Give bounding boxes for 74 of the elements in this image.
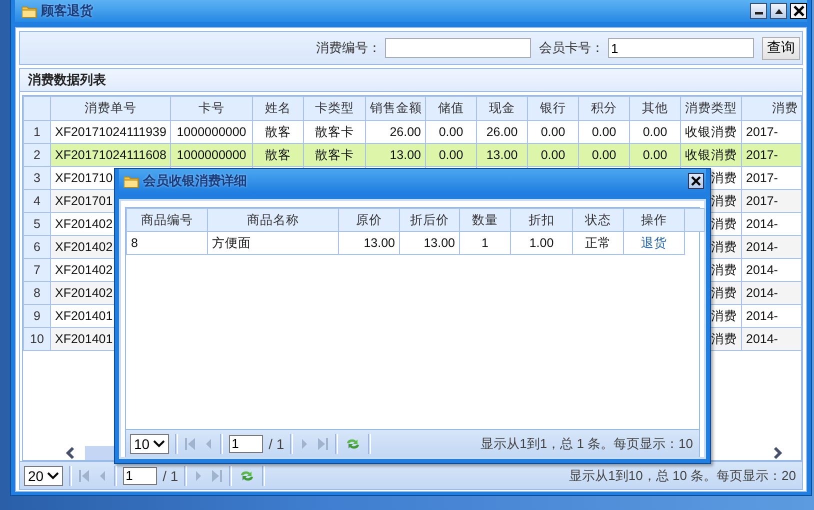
- dialog-title: 会员收银消费详细: [143, 172, 247, 190]
- table-cell: 26.00: [390, 125, 421, 139]
- table-cell: XF20171024111939: [55, 125, 166, 139]
- table-cell: 收银消费: [685, 124, 737, 138]
- table-cell: 散客卡: [315, 124, 354, 138]
- table-cell: 消费: [711, 170, 737, 184]
- table-cell: 消费: [711, 240, 737, 254]
- table-cell: 13.00: [424, 236, 455, 250]
- table-cell: 2017-: [746, 125, 778, 139]
- row-number: 10: [24, 328, 50, 350]
- table-cell: 消费: [711, 286, 737, 300]
- pager-summary: 显示从1到10，总 10 条。每页显示：20: [569, 466, 796, 484]
- table-cell: 正常: [585, 236, 611, 250]
- pager-summary: 显示从1到1，总 1 条。每页显示：10: [480, 434, 693, 452]
- page-count: / 1: [268, 436, 284, 452]
- row-number: 9: [24, 304, 50, 328]
- table-cell: 0.00: [438, 125, 464, 139]
- table-cell: 0.00: [592, 125, 616, 139]
- table-cell: 8: [131, 236, 138, 250]
- table-cell: 2014-: [746, 263, 778, 277]
- table-cell: 方便面: [212, 236, 251, 250]
- table-cell: 消费: [711, 308, 737, 322]
- table-cell: 1000000000: [176, 125, 246, 139]
- table-cell: 0.00: [540, 148, 566, 162]
- table-cell: XF201402: [55, 217, 113, 231]
- table-cell: 0.00: [438, 148, 464, 162]
- table-cell: XF201701: [55, 194, 113, 208]
- table-cell: 2017-: [746, 148, 778, 162]
- table-cell: 13.00: [486, 148, 518, 162]
- table-cell: 收银消费: [685, 148, 737, 162]
- window-title: 顾客退货: [41, 2, 93, 20]
- table-cell: XF201401: [55, 332, 113, 346]
- table-cell: 1: [482, 236, 488, 250]
- table-cell: 13.00: [390, 148, 421, 162]
- row-number: 3: [24, 166, 50, 190]
- table-cell: 2014-: [746, 309, 778, 323]
- table-cell: 0.00: [540, 125, 566, 139]
- field-label: 消费编号：: [316, 39, 381, 57]
- table-cell: 1000000000: [176, 148, 246, 162]
- row-number: 2: [24, 144, 50, 166]
- table-cell: XF201710: [55, 171, 113, 185]
- table-cell: 13.00: [364, 236, 395, 250]
- row-number: 1: [24, 120, 50, 144]
- table-cell: XF201401: [55, 309, 113, 323]
- table-cell: 2017-: [746, 171, 778, 185]
- table-cell: 1.00: [529, 236, 554, 250]
- table-cell: 2014-: [746, 332, 778, 346]
- table-cell: 消费: [711, 332, 737, 346]
- table-cell: 消费: [711, 216, 737, 230]
- table-cell: 2014-: [746, 240, 778, 254]
- table-cell: XF20171024111608: [55, 148, 166, 162]
- table-cell: 0.00: [642, 125, 668, 139]
- table-cell: XF201402: [55, 240, 113, 254]
- table-cell: 散客: [265, 124, 291, 138]
- table-cell: 散客卡: [315, 148, 354, 162]
- table-cell: 消费: [711, 262, 737, 276]
- table-cell: 消费: [711, 194, 737, 208]
- table-cell: 0.00: [642, 148, 668, 162]
- row-number: 8: [24, 282, 50, 304]
- table-cell: XF201402: [55, 263, 113, 277]
- table-cell: 0.00: [592, 148, 616, 162]
- table-cell: XF201402: [55, 286, 113, 300]
- table-cell: 2017-: [746, 194, 778, 208]
- panel-title: 消费数据列表: [28, 71, 106, 89]
- row-number: 5: [24, 212, 50, 236]
- row-number: 6: [24, 236, 50, 258]
- row-number: 4: [24, 190, 50, 212]
- table-cell: 散客: [265, 148, 291, 162]
- page-count: / 1: [162, 468, 178, 484]
- field-label: 会员卡号：: [539, 39, 604, 57]
- row-number: 7: [24, 258, 50, 282]
- table-cell: 2014-: [746, 217, 778, 231]
- table-cell: 26.00: [486, 125, 518, 139]
- table-cell: 2014-: [746, 286, 778, 300]
